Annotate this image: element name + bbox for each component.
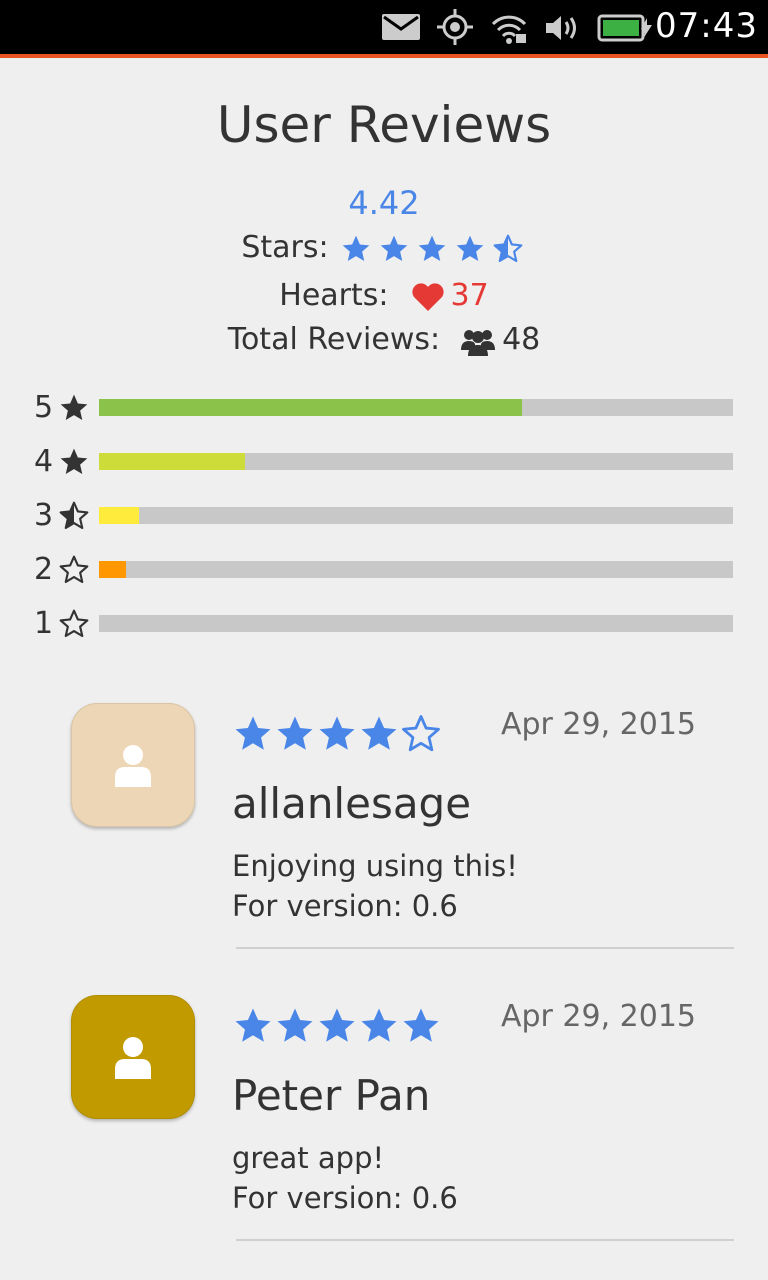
histogram-label: 5 [34,390,54,425]
reviewer-name: allanlesage [232,779,472,828]
star-icon-full [58,446,90,482]
avatar[interactable] [71,995,195,1119]
heart-icon [397,278,451,313]
star-icon-full [232,716,274,759]
review-text: Enjoying using this! [232,849,518,883]
histogram-bar-fill [99,399,522,416]
star-icon-full [274,716,316,759]
review-text: great app! [232,1141,385,1175]
total-reviews-count: 48 [502,322,541,357]
star-icon-full [358,1008,400,1051]
hearts-count: 37 [450,278,489,313]
hearts-label: Hearts: [279,278,389,313]
header-accent-line [0,54,768,58]
histogram-bar-fill [99,561,126,578]
battery-icon [597,14,652,42]
divider [236,947,734,949]
user-icon [115,1037,151,1079]
star-icon-half [489,230,527,265]
star-icon-full [316,716,358,759]
histogram-label: 2 [34,552,54,587]
status-bar: 07:43 [0,0,768,58]
histogram-row-2: 2 [30,552,740,588]
review-date: Apr 29, 2015 [500,999,696,1034]
star-icon-empty [58,554,90,590]
status-time: 07:43 [655,6,758,46]
star-icon-full [358,716,400,759]
histogram-row-1: 1 [30,606,740,642]
star-icon-full [316,1008,358,1051]
total-reviews-label: Total Reviews: [227,322,441,357]
histogram-label: 3 [34,498,54,533]
star-icon-full [413,230,451,265]
review-version: For version: 0.6 [232,1181,458,1215]
review-version: For version: 0.6 [232,889,458,923]
summary-star-rating [337,230,527,265]
histogram-bar-track [99,453,733,470]
review-item[interactable]: Apr 29, 2015 Peter Pan great app! For ve… [0,995,768,1280]
star-icon-empty [58,608,90,644]
wifi-icon [491,15,527,44]
total-reviews-summary: Total Reviews: 48 [0,322,768,357]
stars-summary: Stars: [0,230,768,265]
histogram-bar-track [99,615,733,632]
star-icon-full [400,1008,442,1051]
star-icon-full [375,230,413,265]
histogram-bar-fill [99,453,245,470]
mail-icon [382,14,420,40]
star-icon-full [337,230,375,265]
star-icon-half [58,500,90,536]
star-icon-full [451,230,489,265]
histogram-row-5: 5 [30,390,740,426]
histogram-label: 4 [34,444,54,479]
user-icon [115,745,151,787]
histogram-bar-track [99,399,733,416]
review-date: Apr 29, 2015 [500,707,696,742]
users-group-icon [448,322,502,357]
review-star-rating [232,1005,442,1051]
hearts-summary: Hearts: 37 [0,278,768,313]
volume-icon [546,16,576,40]
star-icon-empty [400,715,442,759]
histogram-label: 1 [34,606,54,641]
histogram-bar-track [99,507,733,524]
histogram-row-3: 3 [30,498,740,534]
reviewer-name: Peter Pan [232,1071,431,1120]
review-star-rating [232,713,442,759]
location-icon [437,9,473,45]
avatar[interactable] [71,703,195,827]
divider [236,1239,734,1241]
stars-label: Stars: [241,230,329,265]
histogram-row-4: 4 [30,444,740,480]
histogram-bar-track [99,561,733,578]
histogram-bar-fill [99,507,139,524]
average-rating: 4.42 [348,184,420,222]
page-title: User Reviews [216,96,552,154]
review-item[interactable]: Apr 29, 2015 allanlesage Enjoying using … [0,703,768,993]
star-icon-full [232,1008,274,1051]
star-icon-full [274,1008,316,1051]
star-icon-full [58,392,90,428]
